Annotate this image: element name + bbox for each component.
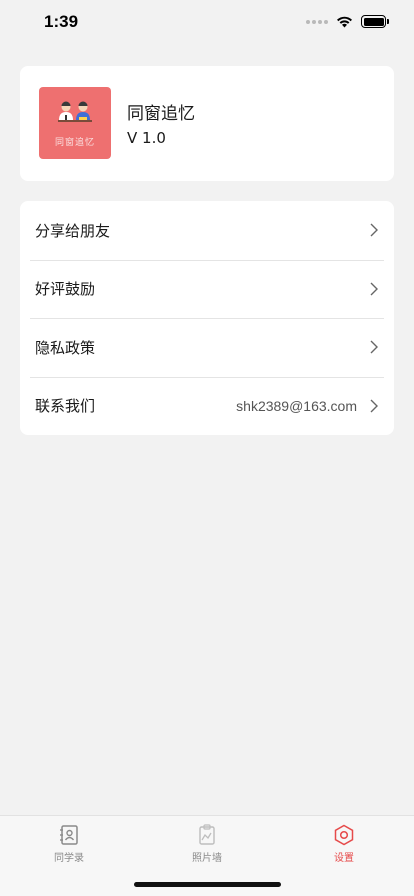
- menu-item-label: 隐私政策: [35, 338, 96, 357]
- wifi-icon: [337, 16, 352, 27]
- tab-classmates[interactable]: 同学录: [29, 824, 109, 864]
- settings-menu: 分享给朋友 好评鼓励 隐私政策 联系我们 shk2389@163.com: [20, 201, 394, 435]
- signal-icon: [306, 19, 328, 24]
- settings-screen: 1:39 同窗追忆 同窗追忆 V 1.0 分享给朋友 好评鼓励 隐私政策 联系我…: [0, 0, 414, 896]
- chevron-right-icon: [370, 340, 378, 354]
- contact-email: shk2389@163.com: [236, 397, 357, 414]
- menu-item-label: 分享给朋友: [35, 221, 111, 240]
- app-info-card: 同窗追忆 同窗追忆 V 1.0: [20, 66, 394, 181]
- chevron-right-icon: [370, 399, 378, 413]
- menu-item-label: 联系我们: [35, 397, 96, 416]
- settings-hexagon-icon: [334, 824, 354, 846]
- chevron-right-icon: [370, 282, 378, 296]
- tab-label: 同学录: [54, 853, 84, 864]
- menu-item-rate[interactable]: 好评鼓励: [20, 259, 394, 319]
- logo-caption: 同窗追忆: [54, 138, 95, 148]
- tab-settings[interactable]: 设置: [304, 824, 384, 864]
- app-logo: 同窗追忆: [39, 87, 111, 159]
- app-version: V 1.0: [127, 129, 166, 147]
- chevron-right-icon: [370, 223, 378, 237]
- status-bar: 1:39: [0, 0, 414, 46]
- contacts-book-icon: [60, 825, 78, 845]
- tab-photo-wall[interactable]: 照片墙: [167, 824, 247, 864]
- home-indicator: [134, 882, 281, 887]
- menu-item-label: 好评鼓励: [35, 280, 96, 299]
- app-name: 同窗追忆: [127, 104, 195, 124]
- tab-label: 照片墙: [192, 853, 222, 864]
- status-indicators: [306, 15, 389, 28]
- menu-item-share[interactable]: 分享给朋友: [20, 201, 394, 260]
- photo-icon: [199, 824, 215, 845]
- status-time: 1:39: [44, 12, 79, 31]
- classmates-illustration-icon: [58, 101, 92, 122]
- menu-item-contact-us[interactable]: 联系我们 shk2389@163.com: [20, 376, 394, 436]
- battery-icon: [361, 15, 389, 28]
- menu-item-privacy-policy[interactable]: 隐私政策: [20, 318, 394, 377]
- tab-label: 设置: [334, 853, 354, 864]
